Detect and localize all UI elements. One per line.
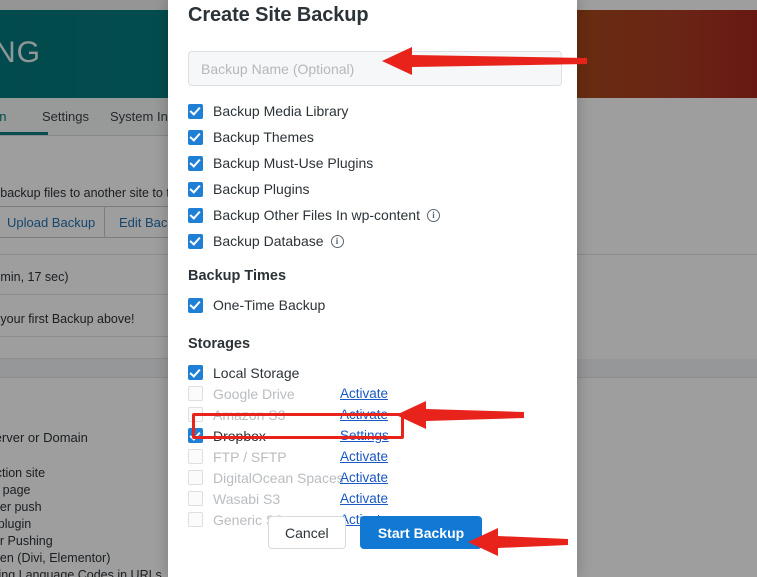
activate-link-amazon-s3[interactable]: Activate [340,407,388,422]
storages-list: Local Storage Google Drive Activate Amaz… [188,362,557,530]
option-label: Backup Plugins [213,181,310,197]
modal-title: Create Site Backup [188,4,369,26]
storage-row-google-drive[interactable]: Google Drive Activate [188,383,557,404]
checkbox-checked-icon[interactable] [188,181,203,197]
option-backup-must-use-plugins[interactable]: Backup Must-Use Plugins [188,152,557,174]
storage-label: Dropbox [213,427,266,444]
cancel-button[interactable]: Cancel [267,516,346,549]
storage-row-ftp-sftp[interactable]: FTP / SFTP Activate [188,446,557,467]
option-one-time-backup[interactable]: One-Time Backup [188,294,557,316]
storage-row-wasabi-s3[interactable]: Wasabi S3 Activate [188,488,557,509]
checkbox-unchecked-icon [188,449,203,464]
option-label: Backup Themes [213,129,314,145]
option-backup-themes[interactable]: Backup Themes [188,126,557,148]
storage-label: Amazon S3 [213,406,286,423]
checkbox-unchecked-icon [188,491,203,506]
backup-name-input[interactable]: Backup Name (Optional) [188,51,562,86]
create-site-backup-modal: Create Site Backup Backup Name (Optional… [168,0,577,577]
start-backup-button[interactable]: Start Backup [359,516,483,549]
option-label: Backup Database [213,233,324,249]
activate-link-google-drive[interactable]: Activate [340,386,388,401]
screen-root: NG on Settings System Info l backup file… [0,0,757,577]
checkbox-checked-icon[interactable] [188,428,203,443]
option-label: One-Time Backup [213,297,326,313]
settings-link-dropbox[interactable]: Settings [340,428,389,443]
checkbox-checked-icon[interactable] [188,233,203,249]
storage-label: Google Drive [213,385,295,402]
option-label: Backup Other Files In wp-content [213,207,420,223]
activate-link-digitalocean-spaces[interactable]: Activate [340,470,388,485]
checkbox-unchecked-icon [188,470,203,485]
checkbox-checked-icon[interactable] [188,365,203,380]
activate-link-wasabi-s3[interactable]: Activate [340,491,388,506]
storage-label: Local Storage [213,364,300,381]
storage-row-amazon-s3[interactable]: Amazon S3 Activate [188,404,557,425]
option-backup-other-files[interactable]: Backup Other Files In wp-content i [188,204,557,226]
checkbox-unchecked-icon [188,407,203,422]
checkbox-checked-icon[interactable] [188,103,203,119]
storage-row-local-storage[interactable]: Local Storage [188,362,557,383]
checkbox-checked-icon[interactable] [188,155,203,171]
checkbox-checked-icon[interactable] [188,207,203,223]
backup-times-heading: Backup Times [188,268,287,284]
storage-label: Wasabi S3 [213,490,281,507]
option-label: Backup Media Library [213,103,349,119]
option-backup-database[interactable]: Backup Database i [188,230,557,252]
checkbox-unchecked-icon [188,386,203,401]
storages-heading: Storages [188,336,251,352]
option-backup-media-library[interactable]: Backup Media Library [188,100,557,122]
checkbox-checked-icon[interactable] [188,297,203,313]
storage-row-dropbox[interactable]: Dropbox Settings [188,425,557,446]
checkbox-checked-icon[interactable] [188,129,203,145]
storage-row-digitalocean-spaces[interactable]: DigitalOcean Spaces Activate [188,467,557,488]
storage-label: FTP / SFTP [213,448,287,465]
storage-label: DigitalOcean Spaces [213,469,344,486]
info-icon[interactable]: i [330,234,344,248]
option-label: Backup Must-Use Plugins [213,155,374,171]
info-icon[interactable]: i [427,208,440,222]
option-backup-plugins[interactable]: Backup Plugins [188,178,557,200]
backup-options-list: Backup Media Library Backup Themes Backu… [188,100,557,252]
modal-footer: Cancel Start Backup [188,516,562,549]
activate-link-ftp-sftp[interactable]: Activate [340,449,388,464]
